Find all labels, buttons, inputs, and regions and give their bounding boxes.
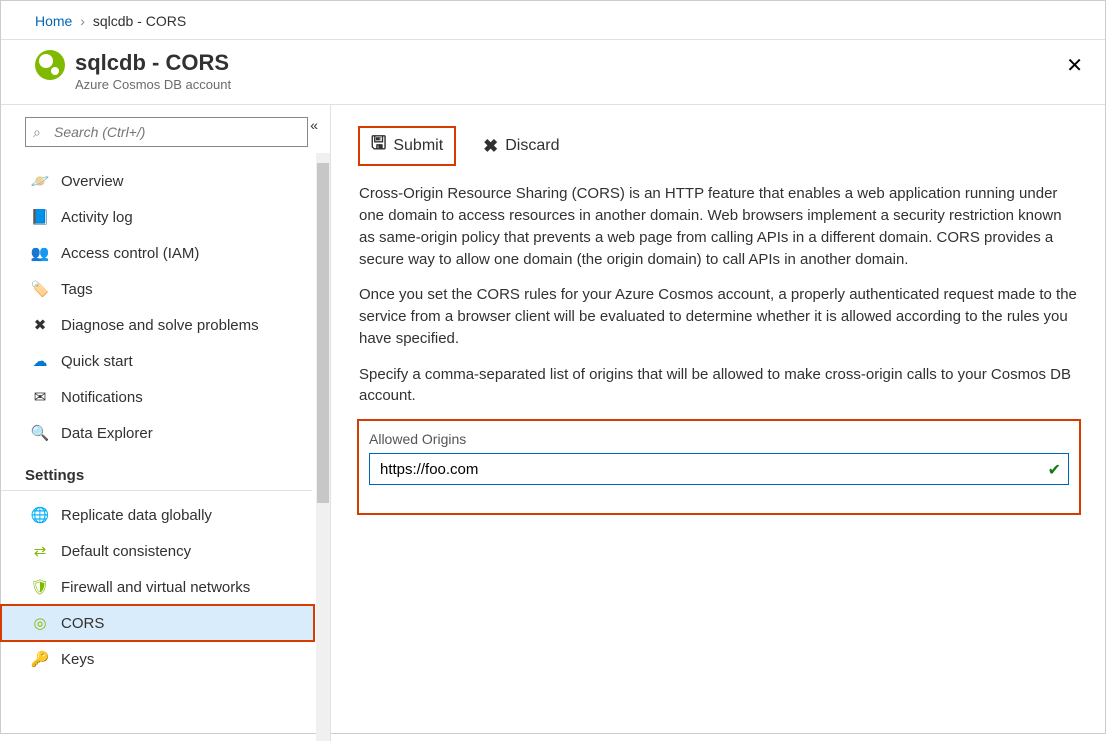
sidebar-item-diagnose[interactable]: ✖ Diagnose and solve problems: [1, 307, 314, 343]
sidebar-item-data-explorer[interactable]: 🔍 Data Explorer: [1, 415, 314, 451]
sidebar-item-label: Replicate data globally: [61, 507, 212, 524]
sidebar-item-keys[interactable]: 🔑 Keys: [1, 641, 314, 677]
sidebar-item-firewall[interactable]: 🛡 Firewall and virtual networks: [1, 569, 314, 605]
page-subtitle: Azure Cosmos DB account: [75, 77, 231, 92]
activity-log-icon: 📘: [31, 208, 49, 226]
sidebar-item-access-control[interactable]: 👥 Access control (IAM): [1, 235, 314, 271]
sidebar-item-activity-log[interactable]: 📘 Activity log: [1, 199, 314, 235]
sidebar-scrollbar[interactable]: [316, 153, 330, 741]
sidebar-item-label: Default consistency: [61, 543, 191, 560]
sidebar-item-tags[interactable]: 🏷️ Tags: [1, 271, 314, 307]
sidebar: « ⌕ 🪐Overview📘Activity log👥Access contro…: [1, 105, 331, 741]
sidebar-section-settings: Settings: [1, 451, 312, 491]
sidebar-item-label: Firewall and virtual networks: [61, 579, 250, 596]
cors-icon: ◎: [31, 614, 49, 632]
sidebar-item-cors[interactable]: ◎ CORS: [1, 605, 314, 641]
sidebar-item-quick-start[interactable]: ☁ Quick start: [1, 343, 314, 379]
toolbar: 🖫 Submit ✖ Discard: [359, 127, 1079, 165]
quick-start-icon: ☁: [31, 352, 49, 370]
discard-button-label: Discard: [505, 137, 559, 155]
sidebar-item-label: Quick start: [61, 353, 133, 370]
consistency-icon: ⇄: [31, 542, 49, 560]
diagnose-icon: ✖: [31, 316, 49, 334]
cors-description-1: Cross-Origin Resource Sharing (CORS) is …: [359, 183, 1079, 270]
firewall-icon: 🛡: [31, 578, 49, 596]
close-button[interactable]: ✕: [1066, 56, 1083, 76]
sidebar-item-label: Diagnose and solve problems: [61, 317, 259, 334]
close-icon: ✕: [1066, 55, 1083, 77]
tags-icon: 🏷️: [31, 280, 49, 298]
sidebar-item-overview[interactable]: 🪐 Overview: [1, 163, 314, 199]
keys-icon: 🔑: [31, 650, 49, 668]
submit-button-label: Submit: [393, 137, 443, 155]
sidebar-item-consistency[interactable]: ⇄ Default consistency: [1, 533, 314, 569]
replicate-icon: 🌐: [31, 506, 49, 524]
sidebar-search-input[interactable]: [25, 117, 308, 147]
allowed-origins-section: Allowed Origins ✔: [359, 421, 1079, 513]
breadcrumb-home[interactable]: Home: [35, 13, 72, 29]
breadcrumb: Home › sqlcdb - CORS: [1, 1, 1105, 40]
sidebar-item-replicate[interactable]: 🌐 Replicate data globally: [1, 497, 314, 533]
cosmosdb-logo-icon: [35, 50, 65, 80]
notifications-icon: ✉: [31, 388, 49, 406]
breadcrumb-current: sqlcdb - CORS: [93, 13, 186, 29]
data-explorer-icon: 🔍: [31, 424, 49, 442]
overview-icon: 🪐: [31, 172, 49, 190]
main-content: 🖫 Submit ✖ Discard Cross-Origin Resource…: [331, 105, 1105, 741]
sidebar-item-label: Activity log: [61, 209, 133, 226]
save-icon: 🖫: [371, 131, 386, 161]
discard-icon: ✖: [483, 136, 498, 157]
page-title: sqlcdb - CORS: [75, 50, 231, 75]
submit-button[interactable]: 🖫 Submit: [359, 127, 455, 165]
checkmark-icon: ✔: [1048, 460, 1061, 480]
sidebar-item-label: Data Explorer: [61, 425, 153, 442]
sidebar-item-label: Overview: [61, 173, 124, 190]
sidebar-item-label: Access control (IAM): [61, 245, 199, 262]
sidebar-item-label: CORS: [61, 615, 104, 632]
search-icon: ⌕: [33, 124, 41, 141]
allowed-origins-input[interactable]: [369, 453, 1069, 485]
sidebar-item-label: Keys: [61, 651, 94, 668]
discard-button[interactable]: ✖ Discard: [473, 127, 569, 165]
cors-description-3: Specify a comma-separated list of origin…: [359, 364, 1079, 408]
cors-description-2: Once you set the CORS rules for your Azu…: [359, 284, 1079, 349]
sidebar-item-notifications[interactable]: ✉ Notifications: [1, 379, 314, 415]
allowed-origins-label: Allowed Origins: [369, 431, 1069, 447]
chevron-right-icon: ›: [80, 13, 85, 29]
sidebar-scrollbar-thumb[interactable]: [317, 163, 329, 503]
sidebar-item-label: Tags: [61, 281, 93, 298]
page-header: sqlcdb - CORS Azure Cosmos DB account ✕: [1, 40, 1105, 105]
access-control-icon: 👥: [31, 244, 49, 262]
sidebar-item-label: Notifications: [61, 389, 143, 406]
